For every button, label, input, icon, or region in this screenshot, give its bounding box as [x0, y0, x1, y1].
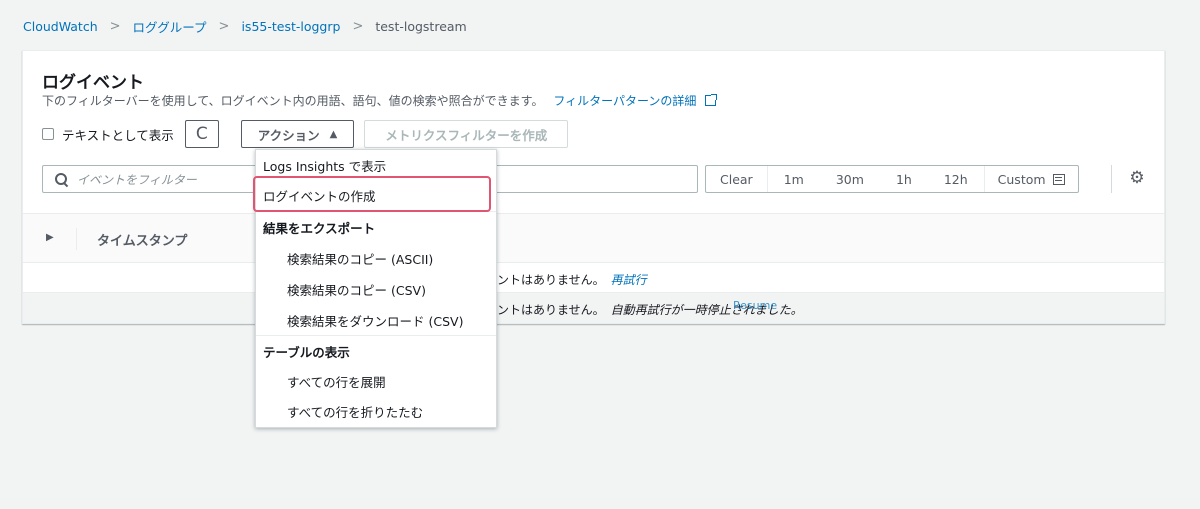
actions-label: アクション: [257, 127, 320, 143]
panel-description: 下のフィルターバーを使用して、ログイベント内の用語、語句、値の検索や照合ができま…: [42, 92, 718, 109]
menu-item-view-in-logs-insights[interactable]: Logs Insights で表示: [256, 150, 496, 180]
column-divider: [76, 228, 77, 250]
actions-dropdown-menu: Logs Insights で表示 ログイベントの作成 結果をエクスポート 検索…: [255, 149, 497, 428]
panel-title: ログイベント: [42, 73, 144, 93]
expand-icon[interactable]: ▶: [46, 232, 54, 243]
retry-link[interactable]: 再試行: [611, 273, 647, 287]
time-range-custom[interactable]: Custom: [983, 166, 1078, 192]
chevron-right-icon: >: [352, 18, 364, 34]
time-range-clear[interactable]: Clear: [706, 166, 768, 192]
breadcrumb: CloudWatch > ロググループ > is55-test-loggrp >…: [23, 17, 467, 35]
menu-item-copy-ascii[interactable]: 検索結果のコピー (ASCII): [256, 243, 496, 273]
divider: [1111, 165, 1112, 193]
menu-item-download-csv[interactable]: 検索結果をダウンロード (CSV): [256, 305, 496, 335]
time-range-selector: Clear 1m 30m 1h 12h Custom: [705, 165, 1079, 193]
time-range-30m[interactable]: 30m: [820, 166, 880, 192]
menu-group-table-display: テーブルの表示: [263, 344, 350, 360]
toolbar: テキストとして表示 C アクション ▲ メトリクスフィルターを作成: [42, 119, 569, 149]
search-icon: [55, 173, 67, 185]
time-range-1h[interactable]: 1h: [880, 166, 928, 192]
time-range-1m[interactable]: 1m: [768, 166, 820, 192]
menu-item-collapse-all-rows[interactable]: すべての行を折りたたむ: [256, 396, 496, 426]
custom-label: Custom: [997, 171, 1046, 187]
gear-icon[interactable]: ⚙: [1128, 168, 1146, 188]
filter-pattern-link[interactable]: フィルターパターンの詳細: [553, 94, 696, 108]
description-text: 下のフィルターバーを使用して、ログイベント内の用語、語句、値の検索や照合ができま…: [42, 94, 544, 108]
no-events-text: ントはありません。: [497, 273, 605, 287]
breadcrumb-cloudwatch[interactable]: CloudWatch: [23, 19, 98, 34]
caret-up-icon: ▲: [329, 128, 338, 140]
menu-item-expand-all-rows[interactable]: すべての行を展開: [256, 366, 496, 396]
external-link-icon[interactable]: [705, 94, 718, 106]
resume-link[interactable]: Resume: [733, 299, 777, 312]
no-events-message: ントはありません。 再試行: [497, 271, 647, 288]
refresh-button[interactable]: C: [184, 120, 219, 148]
refresh-icon: C: [195, 124, 208, 144]
menu-item-copy-csv[interactable]: 検索結果のコピー (CSV): [256, 274, 496, 304]
table-header: ▶ タイムスタンプ: [23, 213, 1164, 263]
breadcrumb-current: test-logstream: [375, 18, 467, 34]
no-events-text: ントはありません。: [497, 303, 605, 317]
chevron-right-icon: >: [218, 18, 230, 34]
table-row: ントはありません。 自動再試行が一時停止されました。 Resume: [23, 293, 1164, 323]
actions-button[interactable]: アクション ▲: [240, 120, 355, 148]
breadcrumb-log-groups[interactable]: ロググループ: [133, 17, 207, 36]
table-row: ントはありません。 再試行: [23, 263, 1164, 293]
filter-placeholder: イベントをフィルター: [77, 172, 197, 187]
column-timestamp[interactable]: タイムスタンプ: [97, 230, 187, 249]
create-metric-filter-button[interactable]: メトリクスフィルターを作成: [364, 120, 569, 148]
calendar-icon: [1052, 173, 1065, 185]
menu-group-export-results: 結果をエクスポート: [263, 220, 376, 236]
chevron-right-icon: >: [109, 18, 121, 34]
view-as-text-checkbox[interactable]: [42, 128, 54, 140]
log-events-panel: ログイベント 下のフィルターバーを使用して、ログイベント内の用語、語句、値の検索…: [22, 50, 1165, 324]
view-as-text-label[interactable]: テキストとして表示: [62, 125, 174, 144]
time-range-12h[interactable]: 12h: [928, 166, 984, 192]
menu-item-create-log-event[interactable]: ログイベントの作成: [256, 180, 496, 210]
breadcrumb-log-group[interactable]: is55-test-loggrp: [241, 19, 340, 34]
